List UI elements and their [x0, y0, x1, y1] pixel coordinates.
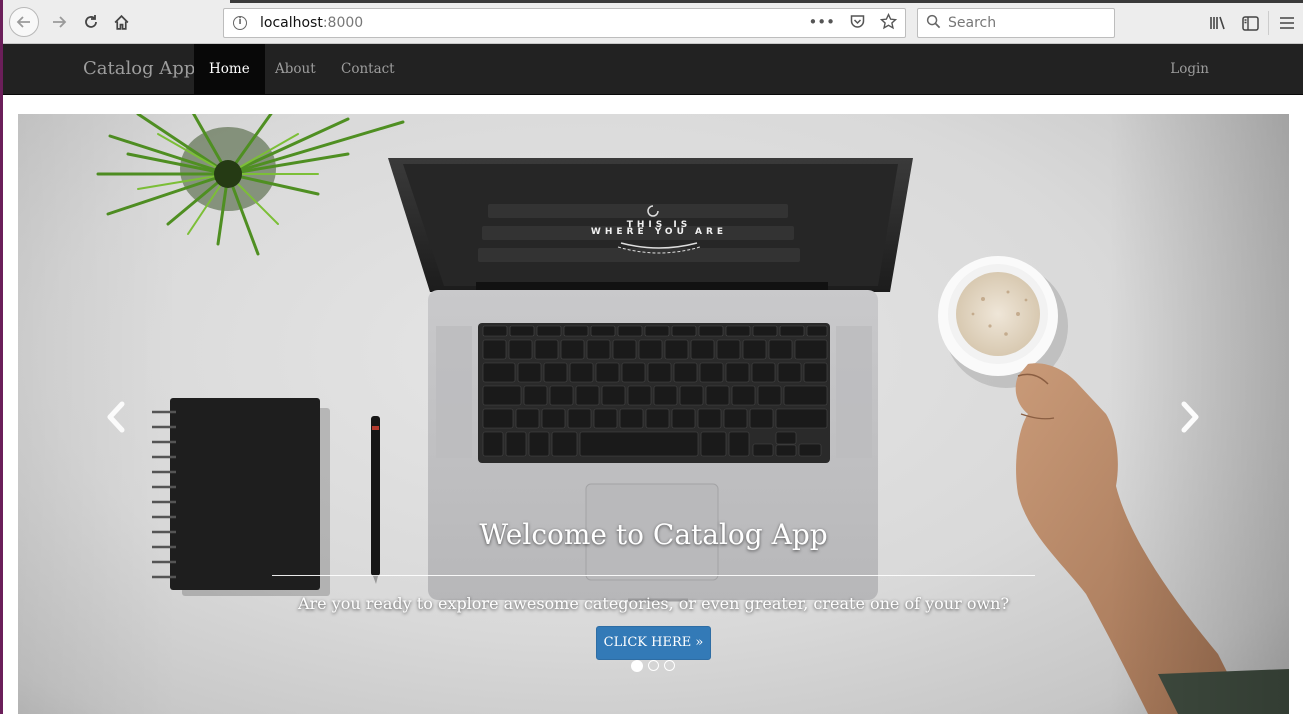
browser-search-box[interactable] — [917, 8, 1115, 38]
home-icon[interactable] — [107, 8, 135, 36]
hero-shade-left — [18, 114, 178, 714]
carousel-dot-3[interactable] — [664, 660, 675, 671]
browser-toolbar: i localhost:8000 ••• — [3, 0, 1303, 44]
nav-item-contact[interactable]: Contact — [326, 44, 410, 94]
search-icon — [926, 14, 941, 29]
carousel-dot-1[interactable] — [631, 660, 643, 672]
nav-item-about[interactable]: About — [260, 44, 331, 94]
screen-line-2: WHERE YOU ARE — [591, 227, 727, 237]
window-edge — [0, 0, 3, 714]
info-icon[interactable]: i — [233, 16, 247, 30]
click-here-button[interactable]: CLICK HERE » — [596, 626, 711, 660]
sidebar-icon[interactable] — [1234, 9, 1266, 37]
url-port: :8000 — [322, 15, 364, 31]
chevron-right-icon[interactable] — [1178, 400, 1204, 434]
back-icon[interactable] — [9, 7, 39, 37]
hero-image: THIS IS WHERE YOU ARE — [96, 114, 1289, 714]
navbar-brand[interactable]: Catalog App — [83, 58, 195, 79]
nav-item-home[interactable]: Home — [194, 44, 265, 94]
library-icon[interactable] — [1202, 9, 1234, 37]
more-icon[interactable]: ••• — [808, 13, 835, 34]
reload-icon[interactable] — [77, 8, 105, 36]
menu-icon[interactable] — [1271, 9, 1303, 37]
carousel-indicators — [631, 660, 675, 672]
toolbar-separator — [1268, 11, 1269, 35]
search-input[interactable] — [948, 12, 1108, 34]
laptop: THIS IS WHERE YOU ARE — [388, 158, 913, 602]
hero-carousel: THIS IS WHERE YOU ARE Welcome to Catalog… — [18, 114, 1289, 714]
url-host: localhost — [260, 15, 323, 31]
url-text[interactable]: localhost:8000 — [260, 15, 363, 31]
chevron-left-icon[interactable] — [102, 400, 128, 434]
url-bar[interactable]: i localhost:8000 ••• — [223, 8, 906, 38]
carousel-dot-2[interactable] — [648, 660, 659, 671]
nav-item-login[interactable]: Login — [1156, 44, 1223, 94]
pocket-icon[interactable] — [849, 13, 866, 34]
forward-icon[interactable] — [45, 8, 73, 36]
pen — [371, 416, 380, 584]
notebook — [152, 398, 330, 596]
app-navbar: Catalog App Home About Contact Login — [3, 44, 1303, 95]
bookmark-star-icon[interactable] — [879, 12, 898, 34]
tab-strip-edge — [230, 0, 1303, 3]
